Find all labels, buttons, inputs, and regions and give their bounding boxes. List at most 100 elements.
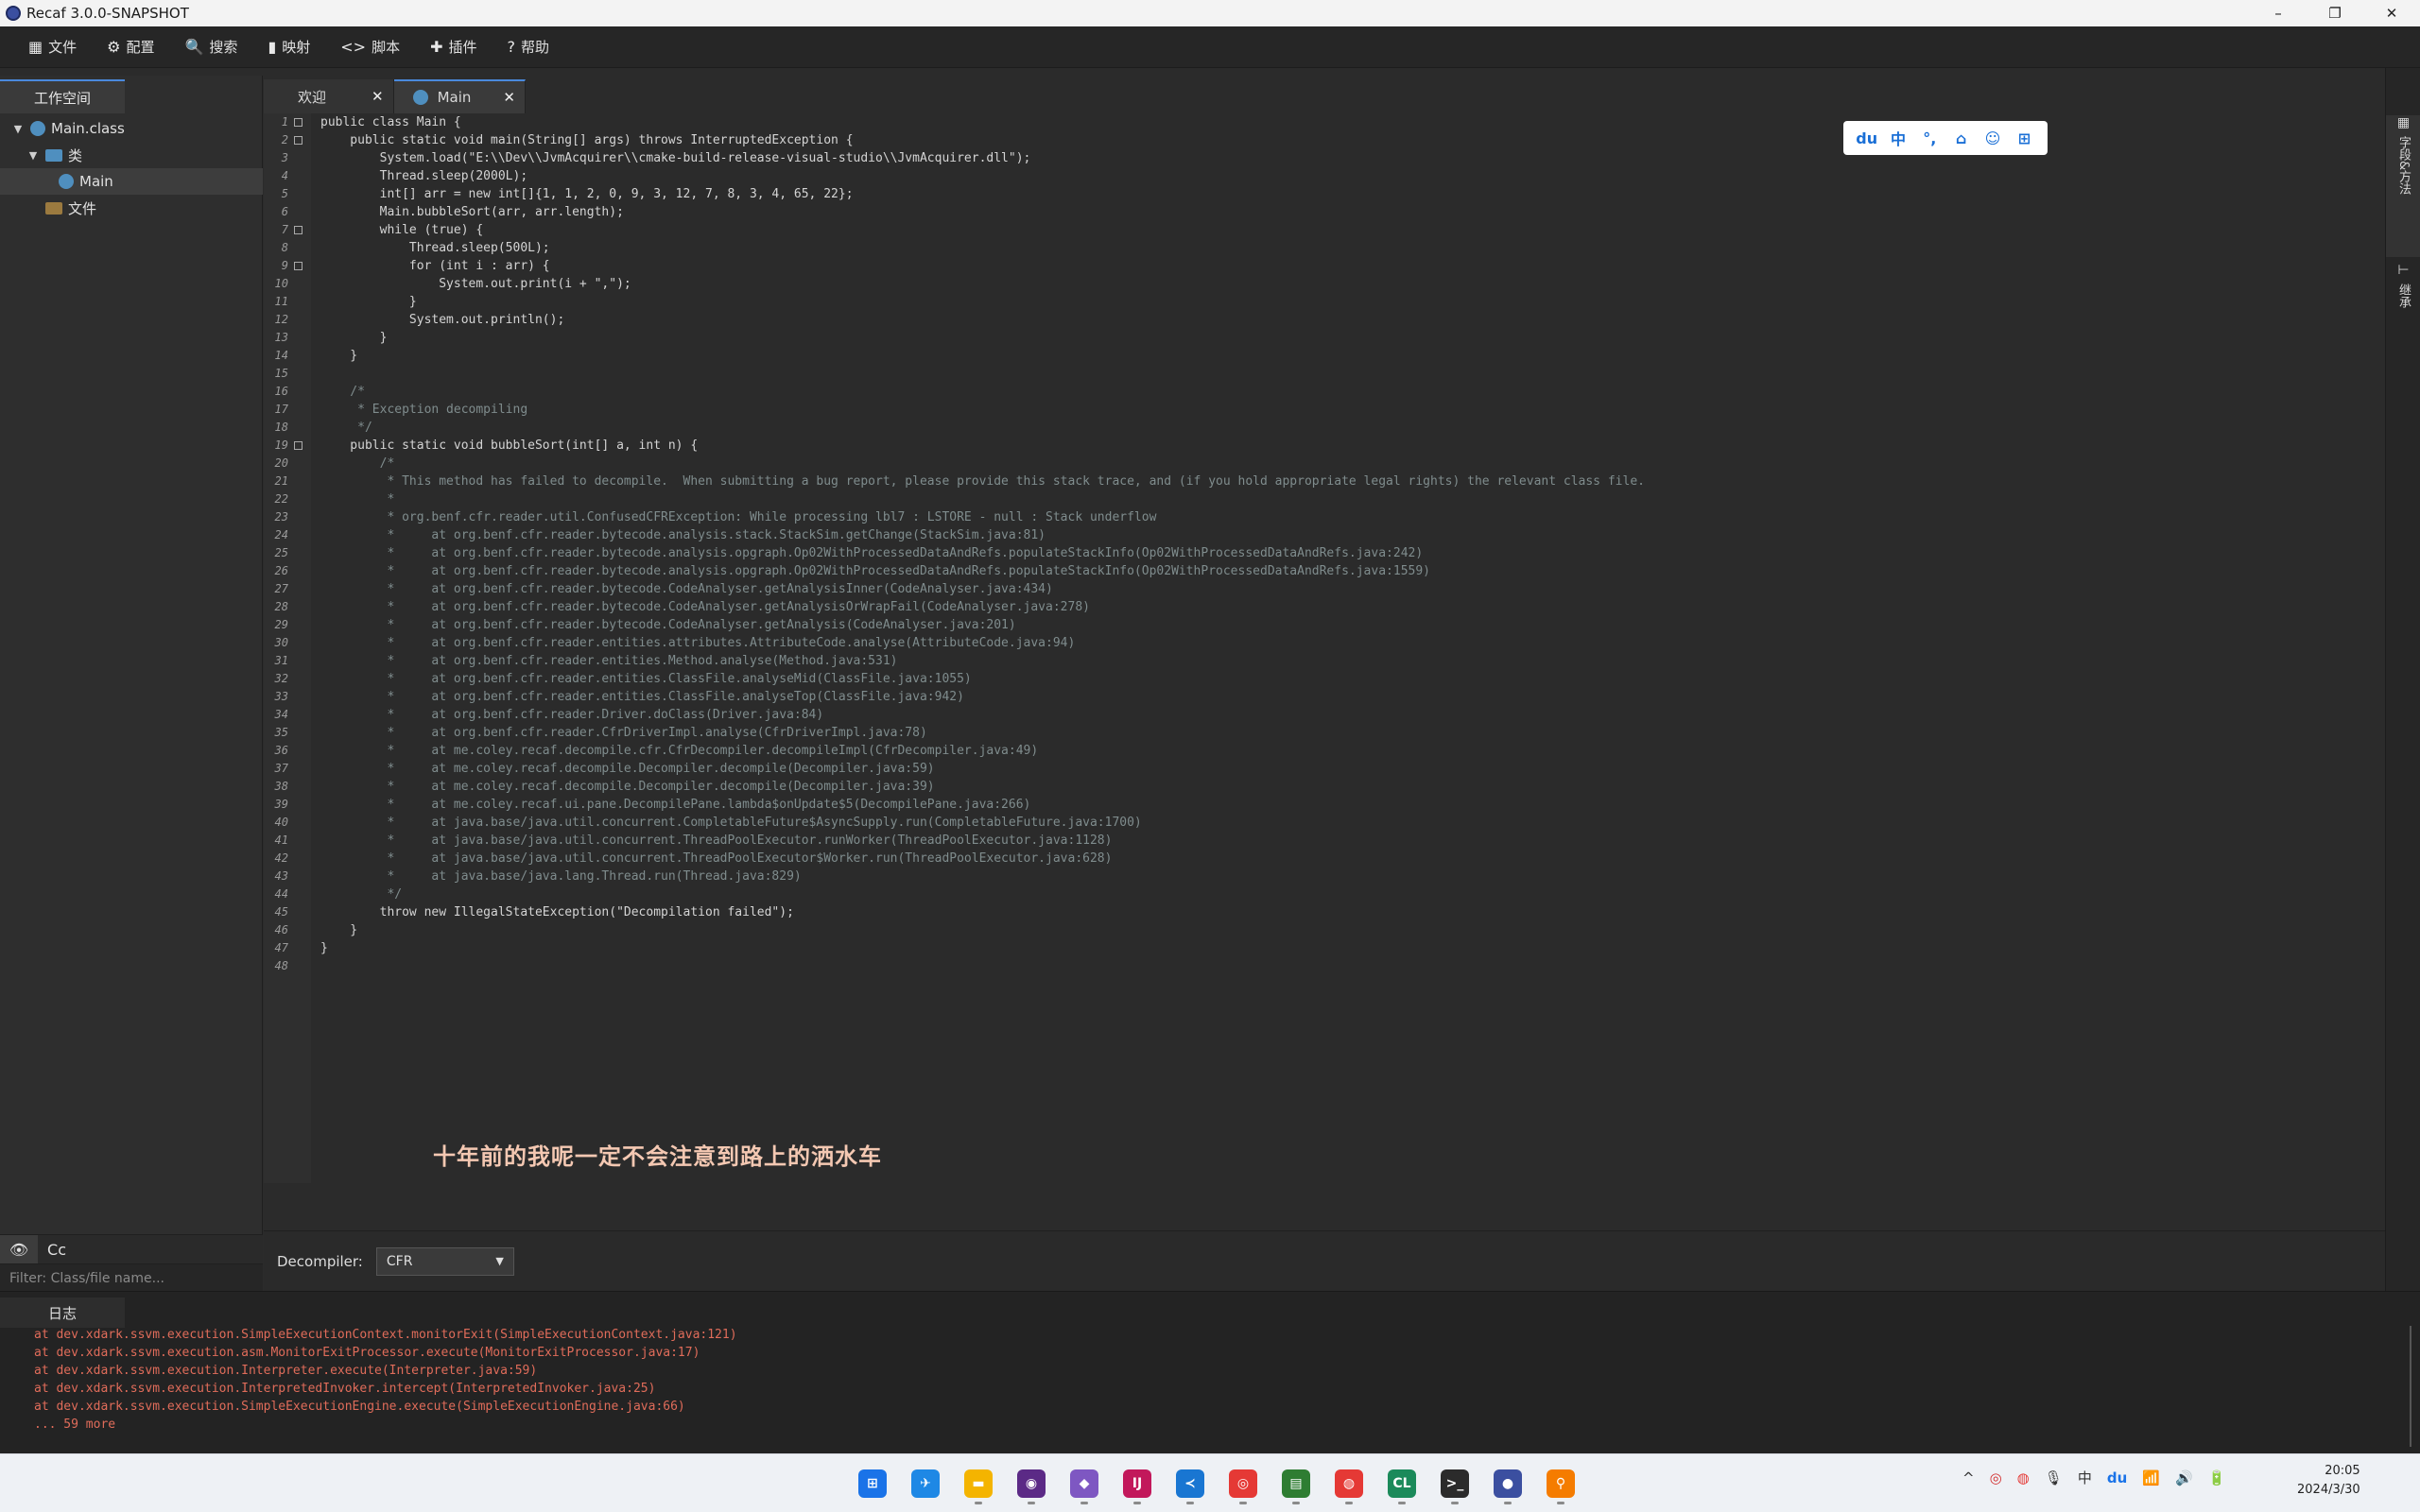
eye-icon[interactable]: 👁: [0, 1235, 38, 1263]
intellij-icon[interactable]: IJ: [1115, 1462, 1159, 1505]
input-method-icon[interactable]: 中: [2078, 1468, 2092, 1487]
menu-label: 搜索: [209, 39, 238, 56]
gog-icon[interactable]: ◉: [1010, 1462, 1053, 1505]
line-number: 25: [274, 546, 288, 559]
decompiler-label: Decompiler:: [277, 1252, 363, 1270]
app-blue-icon[interactable]: ✈: [904, 1462, 947, 1505]
tray-app-icon[interactable]: ◎: [1990, 1469, 2002, 1486]
running-indicator: [975, 1502, 982, 1504]
dock-fields-methods[interactable]: ▦ 字段&方法: [2386, 115, 2420, 257]
fold-toggle-icon[interactable]: [294, 136, 302, 145]
search-tool-icon[interactable]: ⚲: [1539, 1462, 1582, 1505]
vscode-icon[interactable]: ≺: [1168, 1462, 1212, 1505]
fold-toggle-icon[interactable]: [294, 226, 302, 234]
line-number: 19: [274, 438, 288, 452]
line-number: 23: [274, 510, 288, 524]
close-button[interactable]: ✕: [2363, 0, 2420, 26]
close-icon[interactable]: ✕: [503, 89, 515, 106]
microphone-icon[interactable]: 🎙: [2045, 1469, 2063, 1486]
clion-icon[interactable]: CL: [1380, 1462, 1424, 1505]
hierarchy-icon: ⊢: [2397, 263, 2410, 278]
emoji-icon[interactable]: ☺: [1981, 129, 2004, 147]
tab-log[interactable]: 日志: [0, 1297, 125, 1328]
menu-help[interactable]: ? 帮助: [493, 26, 565, 68]
log-line: at dev.xdark.ssvm.execution.SimpleExecut…: [34, 1400, 685, 1414]
line-number: 21: [274, 474, 288, 488]
fold-toggle-icon[interactable]: [294, 262, 302, 270]
code-line: System.load("E:\\Dev\\JvmAcquirer\\cmake…: [320, 151, 1031, 165]
battery-icon[interactable]: 🔋: [2208, 1469, 2226, 1486]
log-scrollbar[interactable]: [2405, 1326, 2416, 1447]
tray-app-icon[interactable]: ◍: [2017, 1469, 2030, 1486]
minimize-button[interactable]: –: [2250, 0, 2307, 26]
tab-welcome[interactable]: 欢迎 ✕: [264, 79, 394, 113]
tree-item-main-class[interactable]: ▼ Main.class: [0, 115, 263, 142]
app-glyph: ⚲: [1547, 1469, 1575, 1498]
tab-main[interactable]: Main ✕: [393, 79, 526, 113]
search-icon: 🔍: [184, 38, 204, 56]
case-sensitive-toggle[interactable]: Cc: [38, 1235, 76, 1263]
dock-inheritance[interactable]: ⊢ 继承: [2386, 263, 2420, 335]
log-line: at dev.xdark.ssvm.execution.SimpleExecut…: [34, 1328, 737, 1342]
menu-config[interactable]: ⚙ 配置: [92, 26, 169, 68]
line-number: 32: [274, 672, 288, 685]
menu-label: 帮助: [521, 39, 550, 56]
terminal-green-icon[interactable]: ▤: [1274, 1462, 1318, 1505]
chinese-mode-icon[interactable]: 中: [1887, 127, 1910, 149]
line-number: 38: [274, 780, 288, 793]
line-number: 41: [274, 833, 288, 847]
tree-item-files[interactable]: 文件: [0, 195, 263, 221]
expand-icon[interactable]: ▼: [26, 149, 40, 162]
filter-input[interactable]: [0, 1263, 263, 1292]
line-number: 15: [274, 367, 288, 380]
show-hidden-icons[interactable]: ^: [1962, 1469, 1975, 1486]
toolbox-icon[interactable]: ⊞: [2013, 129, 2035, 147]
menu-file[interactable]: ▦ 文件: [13, 26, 92, 68]
app-glyph: ≺: [1176, 1469, 1204, 1498]
tab-workspace[interactable]: 工作空间: [0, 79, 125, 113]
menu-label: 插件: [448, 39, 477, 56]
baidu-ime-icon[interactable]: du: [2107, 1469, 2127, 1486]
fold-toggle-icon[interactable]: [294, 118, 302, 127]
tree-item-classes[interactable]: ▼ 类: [0, 142, 263, 168]
chrome-icon[interactable]: ◎: [1221, 1462, 1265, 1505]
menu-search[interactable]: 🔍 搜索: [170, 26, 253, 68]
line-gutter: 1 2 3 4 5 6 7 8 9 10 11 12 13 14 15 16 17 18 19 20 21 22 23 24 2…: [264, 113, 311, 1183]
start-icon[interactable]: ⊞: [851, 1462, 894, 1505]
decompiler-select[interactable]: CFR ▼: [375, 1246, 514, 1276]
menu-mapping[interactable]: ▮ 映射: [252, 26, 325, 68]
wifi-icon[interactable]: 📶: [2142, 1469, 2160, 1486]
expand-icon[interactable]: ▼: [11, 123, 25, 135]
code-line: * at org.benf.cfr.reader.bytecode.CodeAn…: [320, 582, 1053, 596]
visual-studio-icon[interactable]: ◆: [1063, 1462, 1106, 1505]
code-line: * Exception decompiling: [320, 403, 528, 417]
line-number: 48: [274, 959, 288, 972]
fold-toggle-icon[interactable]: [294, 441, 302, 450]
line-number: 28: [274, 600, 288, 613]
volume-icon[interactable]: 🔊: [2175, 1469, 2193, 1486]
skin-icon[interactable]: ⌂: [1950, 129, 1973, 147]
netease-music-icon[interactable]: ◍: [1327, 1462, 1371, 1505]
code-line: * at org.benf.cfr.reader.Driver.doClass(…: [320, 708, 824, 722]
editor-tabs: 欢迎 ✕ Main ✕: [264, 79, 526, 113]
system-tray: ^ ◎ ◍ 🎙 中 du 📶 🔊 🔋: [1962, 1468, 2225, 1487]
file-explorer-icon[interactable]: ▬: [957, 1462, 1000, 1505]
line-number: 14: [274, 349, 288, 362]
code-line: * at org.benf.cfr.reader.CfrDriverImpl.a…: [320, 726, 927, 740]
menu-plugins[interactable]: ✚ 插件: [415, 26, 492, 68]
maximize-button[interactable]: ❐: [2307, 0, 2363, 26]
recaf-icon[interactable]: ●: [1486, 1462, 1530, 1505]
line-number: 43: [274, 869, 288, 883]
running-indicator: [1186, 1502, 1194, 1504]
clock[interactable]: 20:05 2024/3/30: [2297, 1462, 2360, 1500]
line-number: 45: [274, 905, 288, 919]
line-number: 30: [274, 636, 288, 649]
tree-item-main[interactable]: Main: [0, 168, 263, 195]
close-icon[interactable]: ✕: [372, 88, 384, 105]
code-line: * at org.benf.cfr.reader.bytecode.CodeAn…: [320, 600, 1090, 614]
code-editor[interactable]: 1 2 3 4 5 6 7 8 9 10 11 12 13 14 15 16 17 18 19 20 21 22 23 24 2…: [264, 113, 2385, 1183]
punctuation-icon[interactable]: °,: [1918, 129, 1941, 147]
terminal-icon[interactable]: >_: [1433, 1462, 1477, 1505]
menu-script[interactable]: <> 脚本: [325, 26, 415, 68]
baidu-ime-icon[interactable]: du: [1856, 129, 1878, 147]
